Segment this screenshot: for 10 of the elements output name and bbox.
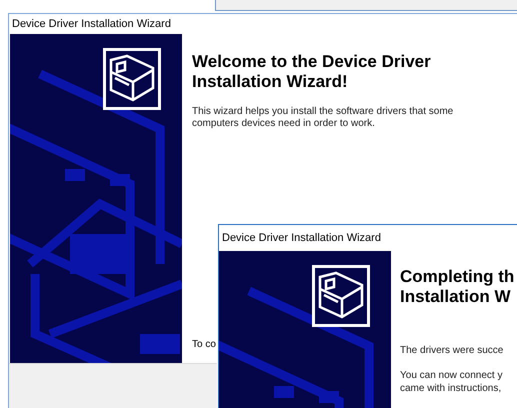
drive-icon — [103, 48, 161, 110]
window-title: Device Driver Installation Wizard — [11, 17, 172, 32]
wizard-heading: Completing th Installation W — [400, 267, 514, 307]
status-text: The drivers were succe — [400, 345, 504, 357]
wizard-description: This wizard helps you install the software drivers that some computers devices need in order to work. — [192, 106, 454, 130]
wizard-footer-text: To co — [192, 339, 216, 351]
window-title: Device Driver Installation Wizard — [221, 231, 382, 246]
instructions-text: You can now connect y came with instructions, — [400, 369, 504, 395]
wizard-heading: Welcome to the Device Driver Installation Wizard! — [192, 52, 432, 92]
drive-icon — [312, 265, 370, 327]
